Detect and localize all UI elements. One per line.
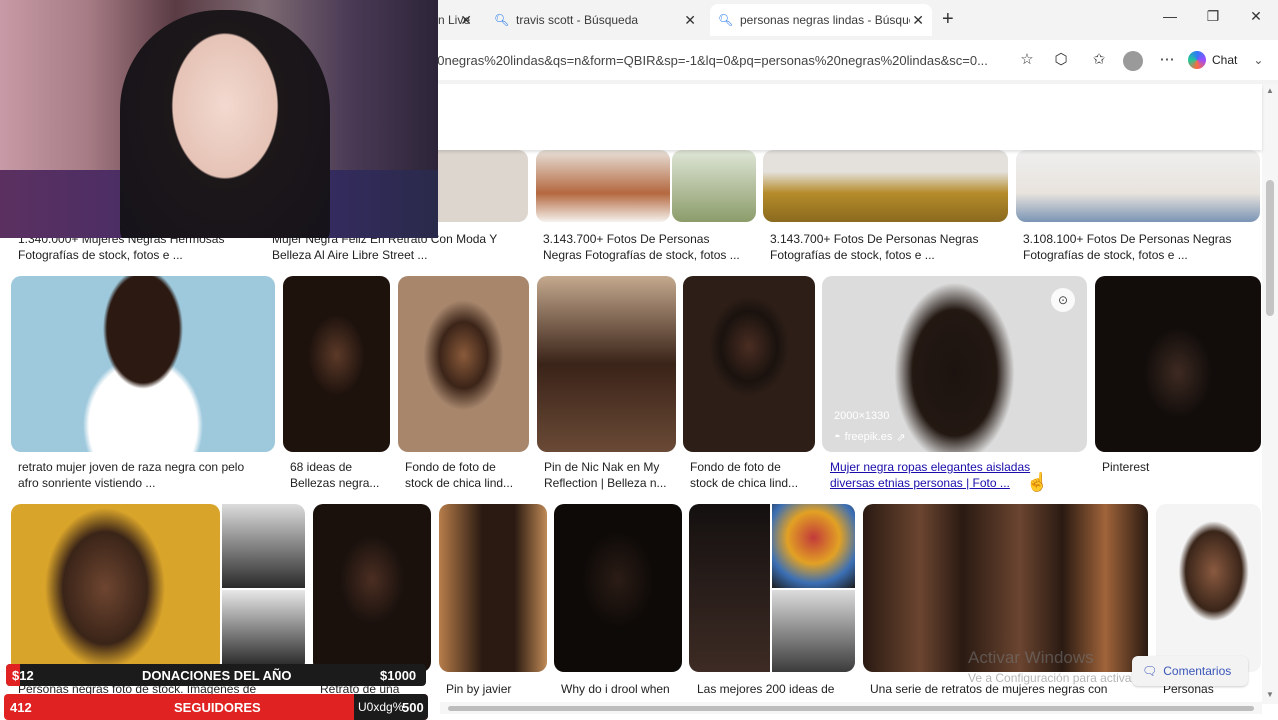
donations-goal-bar: $12 DONACIONES DEL AÑO $1000	[6, 664, 426, 686]
result-caption[interactable]: Pin by javier	[446, 681, 546, 697]
tab-personas-negras[interactable]: 🔍︎ personas negras lindas - Búsqueda ✕	[710, 4, 932, 36]
address-bar[interactable]: 20negras%20lindas&qs=n&form=QBIR&sp=-1&l…	[430, 53, 1010, 68]
result-image[interactable]	[772, 590, 855, 672]
cursor-hand-icon: ☝	[1026, 472, 1049, 492]
chat-label: Chat	[1212, 53, 1238, 67]
tab-travis-scott[interactable]: 🔍︎ travis scott - Búsqueda ✕	[486, 4, 704, 36]
close-icon[interactable]: ✕	[684, 12, 696, 29]
profile-icon[interactable]	[1122, 50, 1144, 72]
chevron-down-icon: ⌄	[1253, 53, 1264, 67]
result-caption[interactable]: Pinterest	[1102, 459, 1252, 475]
maximize-button[interactable]: ❐	[1199, 8, 1227, 30]
visual-search-icon[interactable]: ⊙	[1051, 288, 1075, 312]
result-image[interactable]	[439, 504, 547, 672]
horizontal-scrollbar[interactable]	[440, 702, 1262, 714]
result-image-hovered[interactable]: ⊙ 2000×1330 ◓ freepik.es ⇗	[822, 276, 1087, 452]
extensions-icon[interactable]: ⬡	[1050, 50, 1072, 72]
result-image[interactable]	[683, 276, 815, 452]
result-caption[interactable]: 3.108.100+ Fotos De Personas Negras Fotog…	[1023, 231, 1259, 263]
result-caption[interactable]: Las mejores 200 ideas de	[697, 681, 857, 697]
followers-goal-bar: 412 SEGUIDORES U0xdg% 500	[4, 694, 428, 720]
result-image[interactable]	[1156, 504, 1261, 672]
result-image[interactable]	[1016, 150, 1260, 222]
tab-label: personas negras lindas - Búsqueda	[740, 13, 910, 27]
result-image[interactable]	[11, 276, 275, 452]
result-image[interactable]	[689, 504, 770, 672]
result-image[interactable]	[1095, 276, 1261, 452]
result-caption[interactable]: 3.143.700+ Fotos De Personas Negras Fotog…	[770, 231, 1010, 263]
result-caption[interactable]: Fondo de foto de stock de chica lind...	[690, 459, 815, 491]
result-caption[interactable]: Pin de Nic Nak en My Reflection | Belleza…	[544, 459, 674, 491]
vertical-scrollbar[interactable]: ▲ ▼	[1262, 84, 1278, 704]
result-image[interactable]	[222, 590, 305, 672]
result-image[interactable]	[537, 276, 676, 452]
result-image[interactable]	[222, 504, 305, 588]
minimize-button[interactable]: —	[1156, 8, 1184, 30]
favorites-icon[interactable]: ✩	[1088, 50, 1110, 72]
result-caption[interactable]: retrato mujer joven de raza negra con pe…	[18, 459, 273, 491]
scroll-thumb[interactable]	[448, 706, 1254, 711]
new-tab-button[interactable]: +	[942, 8, 954, 31]
favorite-star-icon[interactable]: ☆	[1016, 50, 1038, 72]
close-window-button[interactable]: ✕	[1242, 8, 1270, 30]
result-image[interactable]	[763, 150, 1008, 222]
result-image[interactable]	[536, 150, 670, 222]
copilot-icon	[1188, 51, 1206, 69]
result-image[interactable]	[283, 276, 390, 452]
result-caption[interactable]: Why do i drool when	[561, 681, 681, 697]
scroll-up-icon[interactable]: ▲	[1266, 86, 1274, 95]
result-image[interactable]	[772, 504, 855, 588]
search-icon: 🔍︎	[494, 13, 510, 27]
close-icon[interactable]: ✕	[460, 12, 472, 29]
result-image[interactable]	[672, 150, 756, 222]
result-caption[interactable]: 3.143.700+ Fotos De Personas Negras Fotog…	[543, 231, 758, 263]
feedback-button[interactable]: 🗨︎ Comentarios	[1132, 656, 1248, 686]
webcam-person	[120, 10, 330, 238]
image-source[interactable]: ◓ freepik.es ⇗	[834, 431, 906, 444]
result-caption[interactable]: Fondo de foto de stock de chica lind...	[405, 459, 530, 491]
external-link-icon: ⇗	[896, 432, 906, 444]
webcam-overlay	[0, 0, 438, 238]
result-image[interactable]	[398, 276, 529, 452]
more-options-icon[interactable]: ⋯	[1156, 50, 1178, 72]
comment-icon: 🗨︎	[1142, 664, 1158, 678]
result-caption[interactable]: 68 ideas de Bellezas negra...	[290, 459, 390, 491]
result-image[interactable]	[313, 504, 431, 672]
scroll-down-icon[interactable]: ▼	[1266, 690, 1274, 699]
scroll-thumb[interactable]	[1266, 180, 1274, 316]
result-image[interactable]	[554, 504, 682, 672]
result-image[interactable]	[863, 504, 1148, 672]
copilot-chat-button[interactable]: Chat ⌄	[1188, 49, 1263, 71]
search-icon: 🔍︎	[718, 13, 734, 27]
tab-label: travis scott - Búsqueda	[516, 13, 639, 27]
image-dimensions: 2000×1330	[834, 410, 890, 422]
close-icon[interactable]: ✕	[912, 12, 924, 29]
result-image[interactable]	[11, 504, 220, 672]
freepik-icon: ◓	[834, 431, 841, 443]
